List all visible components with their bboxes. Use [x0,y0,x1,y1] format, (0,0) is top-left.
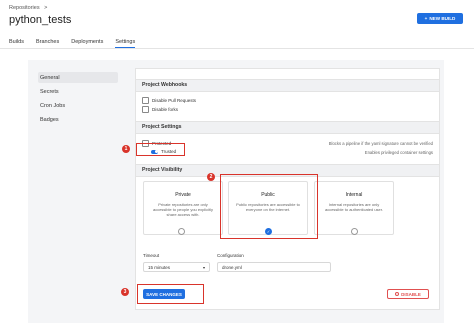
protected-description: Blocks a pipeline if the yaml signature … [328,141,433,146]
private-description: Private repositories are only accessible… [152,202,214,217]
public-highlight-box [220,174,318,239]
webhooks-section-header: Project Webhooks [136,79,439,92]
tab-settings[interactable]: Settings [115,36,136,48]
timeout-label: Timeout [143,253,160,258]
sidebar-item-cron-jobs[interactable]: Cron Jobs [40,103,65,109]
chevron-down-icon: ▾ [202,264,205,270]
annotation-marker-2: 2 [207,173,215,181]
disable-button[interactable]: DISABLE [387,289,429,299]
breadcrumb-repositories[interactable]: Repositories [9,5,40,11]
annotation-marker-1: 1 [122,145,130,153]
trusted-highlight-box [136,143,185,156]
private-title: Private [175,192,191,198]
disable-label: DISABLE [401,291,421,297]
breadcrumb[interactable]: Repositories > [9,5,47,11]
sidebar-item-secrets[interactable]: Secrets [40,89,59,95]
tab-deployments[interactable]: Deployments [71,36,103,48]
disable-forks-row[interactable]: Disable forks [142,106,178,113]
prohibited-icon [395,292,400,296]
configuration-input[interactable]: drone.yml [217,262,331,272]
private-radio[interactable] [178,228,185,235]
tabs-divider [0,48,474,49]
visibility-option-internal[interactable]: Internal Internal repositories are only … [314,181,394,235]
sidebar-item-badges[interactable]: Badges [40,117,59,123]
plus-icon: + [424,16,428,21]
trusted-description: Enables privileged container settings [364,150,433,155]
timeout-value: 15 minutes [148,264,171,270]
visibility-heading: Project Visibility [142,167,183,173]
disable-pull-requests-checkbox[interactable] [142,97,149,104]
configuration-label: Configuration [217,253,244,258]
timeout-select[interactable]: 15 minutes ▾ [143,262,210,272]
project-settings-section-header: Project Settings [136,121,439,134]
internal-description: Internal repositories are only accessibl… [324,202,384,212]
project-settings-heading: Project Settings [142,124,182,130]
tab-branches[interactable]: Branches [36,36,59,48]
internal-title: Internal [345,192,363,198]
tab-builds[interactable]: Builds [9,36,24,48]
new-build-label: NEW BUILD [429,16,456,21]
internal-radio[interactable] [351,228,358,235]
disable-pull-requests-label: Disable Pull Requests [152,98,197,103]
webhooks-heading: Project Webhooks [142,82,188,88]
page-title: python_tests [9,14,72,26]
tab-bar: Builds Branches Deployments Settings [9,36,147,48]
save-highlight-box [137,284,204,304]
new-build-button[interactable]: + NEW BUILD [417,13,463,24]
disable-forks-checkbox[interactable] [142,106,149,113]
annotation-marker-3: 3 [121,288,129,296]
chevron-right-icon: > [44,5,48,11]
sidebar-item-general[interactable]: General [40,75,60,81]
visibility-option-private[interactable]: Private Private repositories are only ac… [143,181,223,235]
disable-forks-label: Disable forks [152,107,179,112]
configuration-value: drone.yml [222,264,242,270]
disable-pull-requests-row[interactable]: Disable Pull Requests [142,97,196,104]
